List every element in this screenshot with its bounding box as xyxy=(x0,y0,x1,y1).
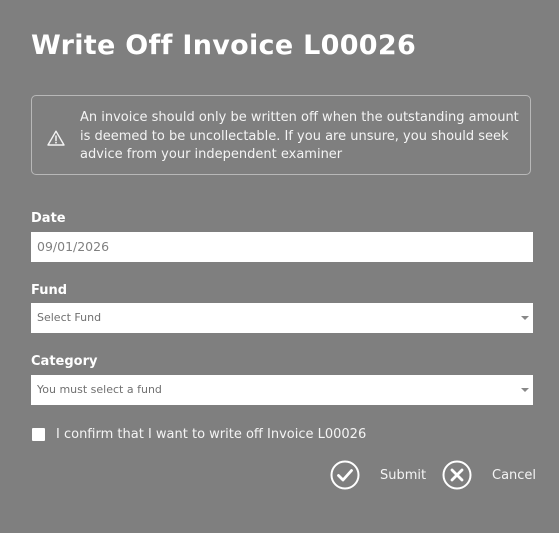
check-circle-icon xyxy=(330,460,360,490)
confirm-checkbox[interactable] xyxy=(32,428,45,441)
fund-select[interactable]: Select Fund xyxy=(31,303,533,333)
fund-label: Fund xyxy=(31,283,68,298)
category-select[interactable]: You must select a fund xyxy=(31,375,533,405)
fund-select-placeholder: Select Fund xyxy=(37,311,102,324)
close-circle-icon xyxy=(442,460,472,490)
chevron-down-icon xyxy=(521,316,529,320)
confirm-label[interactable]: I confirm that I want to write off Invoi… xyxy=(56,427,366,442)
category-label: Category xyxy=(31,354,98,369)
warning-icon xyxy=(47,130,65,146)
category-select-placeholder: You must select a fund xyxy=(37,383,162,396)
warning-text: An invoice should only be written off wh… xyxy=(80,110,519,162)
chevron-down-icon xyxy=(521,388,529,392)
date-label: Date xyxy=(31,211,66,226)
cancel-button[interactable]: Cancel xyxy=(442,460,537,492)
cancel-label: Cancel xyxy=(492,468,537,483)
date-input[interactable]: 09/01/2026 xyxy=(31,232,533,262)
submit-button[interactable]: Submit xyxy=(330,460,430,492)
submit-label: Submit xyxy=(380,468,427,483)
dialog-title: Write Off Invoice L00026 xyxy=(31,30,417,61)
write-off-invoice-dialog: Write Off Invoice L00026 An invoice shou… xyxy=(0,0,559,533)
warning-alert: An invoice should only be written off wh… xyxy=(31,95,531,175)
